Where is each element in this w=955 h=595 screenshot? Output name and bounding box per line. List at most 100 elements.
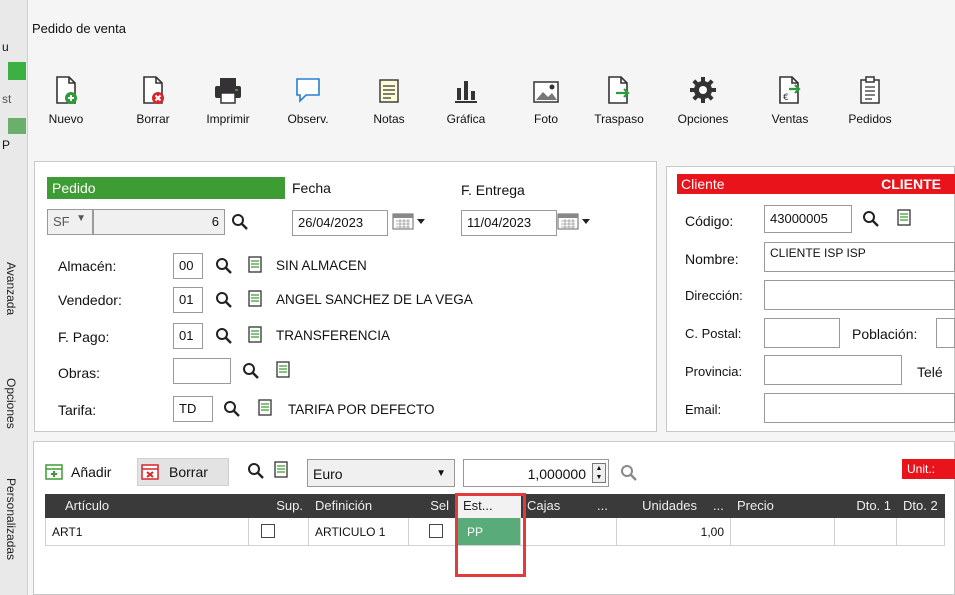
cell-sel[interactable] [409,518,457,546]
provincia-field[interactable] [764,355,902,385]
cell-precio[interactable] [731,518,835,546]
search-icon[interactable] [247,462,265,480]
serie-select[interactable]: SF ▼ [47,209,93,235]
unit-badge: Unit.: [902,459,955,479]
chart-button[interactable]: Gráfica [434,66,498,126]
obras-code-field[interactable] [173,358,231,384]
column-header[interactable]: ... [591,494,617,518]
tab-avanzada[interactable]: Avanzada [4,262,18,315]
cliente-header-right: CLIENTE [881,176,941,192]
search-icon[interactable] [215,327,233,345]
search-icon[interactable] [215,291,233,309]
almacen-code-field[interactable]: 00 [173,253,203,279]
transfer-button[interactable]: Traspaso [587,66,651,126]
email-field[interactable] [764,393,955,423]
delete-line-button[interactable]: Borrar [137,458,229,486]
postal-field[interactable] [764,318,840,348]
document-icon[interactable] [274,461,288,478]
chevron-down-icon: ▼ [436,468,446,479]
calendar-picker[interactable] [392,213,428,231]
search-icon[interactable] [215,257,233,275]
cell-dto1[interactable] [835,518,897,546]
fecha-field[interactable]: 26/04/2023 [292,210,388,236]
column-header[interactable]: Est... [457,494,521,518]
column-header[interactable]: Definición [309,494,409,518]
postal-label: C. Postal: [685,326,742,341]
column-header[interactable]: Precio [731,494,835,518]
delete-row-icon [141,464,159,480]
column-header[interactable]: Sup. [249,494,309,518]
tab-personalizadas[interactable]: Personalizadas [4,478,18,560]
delete-line-label: Borrar [169,464,208,480]
new-button[interactable]: Nuevo [34,66,98,126]
cell-sup[interactable] [249,518,309,546]
column-header[interactable]: ... [707,494,731,518]
direccion-field[interactable] [764,280,955,310]
toolbar-label: Ventas [771,112,809,126]
cell-cajas[interactable] [521,518,617,546]
vendedor-code-field[interactable]: 01 [173,287,203,313]
document-icon[interactable] [248,326,262,343]
search-icon[interactable] [862,210,880,228]
column-header[interactable]: Dto. 2 [897,494,945,518]
pago-code-field[interactable]: 01 [173,323,203,349]
orders-button[interactable]: Pedidos [838,66,902,126]
sup-checkbox[interactable] [261,524,275,538]
poblacion-label: Población: [852,326,918,342]
cell-articulo[interactable]: ART1 [45,518,249,546]
tarifa-name: TARIFA POR DEFECTO [288,402,435,417]
column-header[interactable]: Unidades [617,494,707,518]
search-icon[interactable] [242,362,260,380]
cell-definicion[interactable]: ARTICULO 1 [309,518,409,546]
add-line-button[interactable]: Añadir [45,458,130,486]
document-icon[interactable] [897,209,911,226]
cell-estado[interactable]: PP [457,518,521,546]
column-header[interactable]: Sel [409,494,457,518]
options-button[interactable]: Opciones [671,66,735,126]
nombre-field[interactable]: CLIENTE ISP ISP [764,242,955,272]
delete-doc-icon [121,66,185,104]
codigo-field[interactable]: 43000005 [764,205,852,233]
search-icon[interactable] [223,400,241,418]
cell-unidades[interactable]: 1,00 [617,518,731,546]
add-row-icon [45,464,63,480]
search-icon[interactable] [620,464,638,482]
document-icon[interactable] [248,256,262,273]
nombre-label: Nombre: [685,251,739,267]
document-icon[interactable] [248,290,262,307]
tarifa-code-field[interactable]: TD [173,396,213,422]
column-header[interactable]: Cajas [521,494,591,518]
print-button[interactable]: Imprimir [196,66,260,126]
entrega-field[interactable]: 11/04/2023 [461,210,557,236]
transfer-icon [587,66,651,104]
poblacion-field[interactable] [936,318,955,348]
almacen-name: SIN ALMACEN [276,258,367,273]
exchange-rate-value: 1,000000 [527,466,586,482]
cell-dto2[interactable] [897,518,945,546]
sales-button[interactable]: € Ventas [758,66,822,126]
pedido-header: Pedido [47,177,285,199]
exchange-rate-field[interactable]: 1,000000 ▲ ▼ [463,459,609,487]
strip-fragment: P [2,138,11,152]
currency-select[interactable]: Euro ▼ [307,459,455,487]
notes-button[interactable]: Notas [357,66,421,126]
column-header[interactable]: Artículo [45,494,249,518]
photo-button[interactable]: Foto [514,66,578,126]
spin-buttons[interactable]: ▲ ▼ [592,463,606,483]
pago-name: TRANSFERENCIA [276,328,391,343]
toolbar-label: Imprimir [206,112,250,126]
tab-opciones[interactable]: Opciones [4,378,18,429]
document-icon[interactable] [276,361,290,378]
toolbar-label: Gráfica [446,112,486,126]
calendar-picker[interactable] [557,213,593,231]
fecha-label: Fecha [292,180,331,196]
observations-button[interactable]: Observ. [276,66,340,126]
search-icon[interactable] [231,213,249,231]
numero-field[interactable]: 6 [93,209,225,235]
document-icon[interactable] [258,399,272,416]
cliente-header-label: Cliente [681,176,725,192]
delete-button[interactable]: Borrar [121,66,185,126]
toolbar-label: Borrar [136,112,170,126]
column-header[interactable]: Dto. 1 [835,494,897,518]
sel-checkbox[interactable] [429,524,443,538]
